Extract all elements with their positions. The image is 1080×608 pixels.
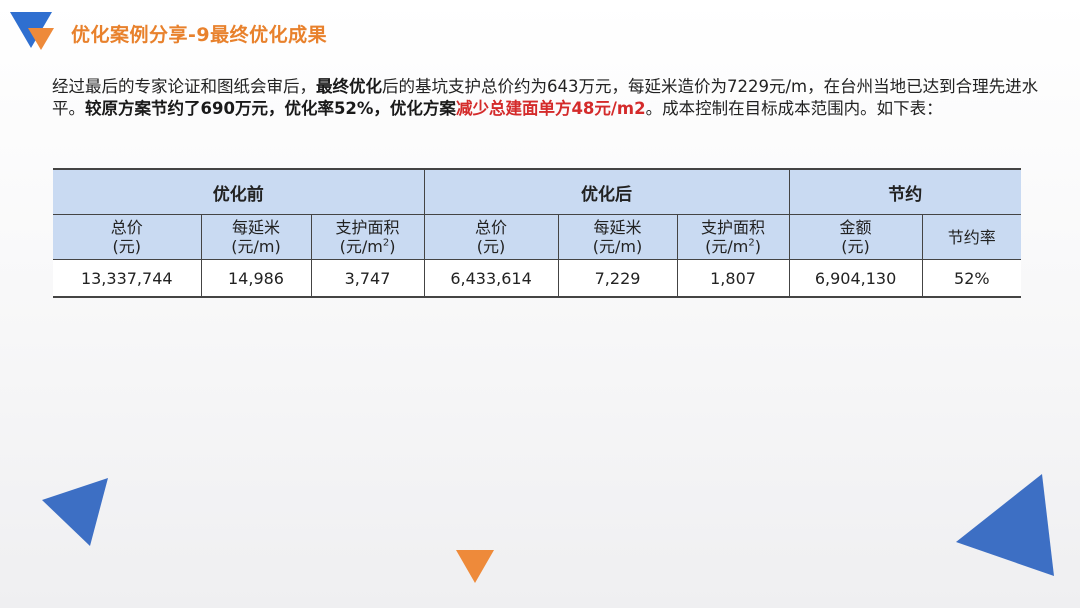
- cell-after-total: 6,433,614: [424, 259, 559, 298]
- group-after: 优化后: [424, 168, 790, 215]
- cell-savings-amount: 6,904,130: [789, 259, 923, 298]
- cell-savings-rate: 52%: [922, 259, 1022, 298]
- table-group-header-row: 优化前 优化后 节约: [53, 168, 1022, 215]
- col-savings-rate: 节约率: [922, 214, 1022, 260]
- cell-after-area: 1,807: [677, 259, 790, 298]
- group-savings: 节约: [789, 168, 1022, 215]
- table-sub-header-row: 总价 (元) 每延米 (元/m) 支护面积 (元/m2) 总价 (元) 每延米 (元/m)…: [53, 214, 1022, 260]
- col-before-per-meter: 每延米 (元/m): [201, 214, 312, 260]
- logo-triangles-icon: [10, 12, 54, 50]
- col-after-per-meter: 每延米 (元/m): [558, 214, 678, 260]
- para-bold-2: 较原方案节约了690万元，优化率52%，优化方案: [85, 99, 456, 118]
- summary-paragraph: 经过最后的专家论证和图纸会审后，最终优化后的基坑支护总价约为643万元，每延米造…: [52, 76, 1042, 120]
- group-before: 优化前: [53, 168, 425, 215]
- cell-after-per-meter: 7,229: [558, 259, 678, 298]
- cost-comparison-table: 优化前 优化后 节约 总价 (元) 每延米 (元/m) 支护面积 (元/m2) 总价(…: [53, 168, 1022, 298]
- para-bold-1: 最终优化: [316, 77, 382, 96]
- para-highlight-red: 减少总建面单方48元/m2: [455, 99, 646, 118]
- col-after-total: 总价 (元): [424, 214, 559, 260]
- col-savings-amount: 金额 (元): [789, 214, 923, 260]
- blue-triangle-right-icon: [956, 474, 1054, 576]
- para-text-3: 。成本控制在目标成本范围内。如下表：: [645, 99, 943, 118]
- col-before-area: 支护面积 (元/m2): [311, 214, 425, 260]
- table-row: 13,337,744 14,986 3,747 6,433,614 7,229 …: [53, 259, 1022, 298]
- cell-before-area: 3,747: [311, 259, 425, 298]
- page-title: 优化案例分享-9最终优化成果: [71, 24, 328, 46]
- cell-before-per-meter: 14,986: [201, 259, 312, 298]
- blue-triangle-left-icon: [42, 478, 108, 546]
- col-after-area: 支护面积 (元/m2): [677, 214, 790, 260]
- orange-triangle-bottom-icon: [456, 550, 494, 583]
- para-text-1: 经过最后的专家论证和图纸会审后，: [52, 77, 316, 96]
- cell-before-total: 13,337,744: [53, 259, 202, 298]
- col-before-total: 总价 (元): [53, 214, 202, 260]
